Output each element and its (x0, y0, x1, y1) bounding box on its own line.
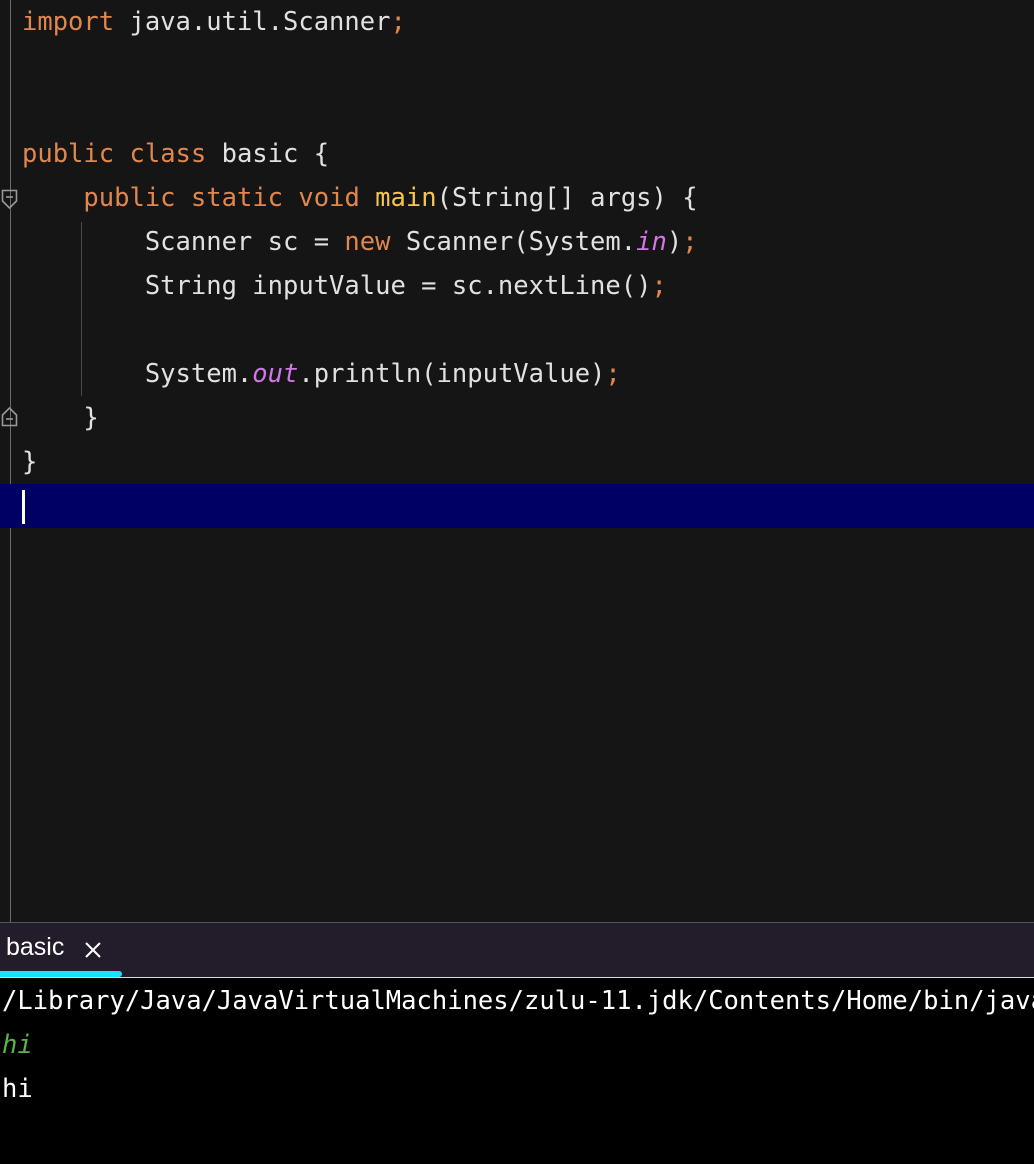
code-token: void (298, 183, 360, 213)
fold-open-icon[interactable] (1, 188, 18, 210)
code-token: basic { (206, 139, 330, 169)
code-token: main (375, 183, 437, 213)
code-token: ) (666, 227, 683, 257)
code-token: Scanner sc = (22, 227, 345, 257)
active-tab-indicator (0, 971, 122, 977)
console-line-output: hi (2, 1074, 33, 1104)
tab-basic[interactable]: basic (0, 923, 122, 977)
console-line-command: /Library/Java/JavaVirtualMachines/zulu-1… (2, 986, 1034, 1016)
gutter-divider (10, 0, 11, 922)
code-line: String inputValue = sc.nextLine(); (22, 264, 667, 308)
console-output[interactable]: /Library/Java/JavaVirtualMachines/zulu-1… (0, 979, 1034, 1164)
code-token: ; (390, 7, 406, 37)
code-line: Scanner sc = new Scanner(System.in); (22, 220, 698, 264)
tab-label: basic (6, 933, 65, 961)
close-icon[interactable] (82, 939, 104, 961)
console-line-input: hi (2, 1030, 33, 1060)
code-token: java.util.Scanner (114, 7, 391, 37)
code-line: public class basic { (22, 132, 329, 176)
code-token: ; (605, 359, 621, 389)
fold-end-icon[interactable] (1, 406, 18, 428)
code-token: String inputValue = sc.nextLine() (22, 271, 652, 301)
code-token: .println(inputValue) (298, 359, 606, 389)
code-token: in (636, 227, 667, 257)
code-line: public static void main(String[] args) { (22, 176, 698, 220)
code-token: public (83, 183, 176, 213)
code-line: } (22, 396, 99, 440)
code-token: } (22, 403, 99, 433)
current-line-highlight (0, 484, 1034, 528)
code-token: public (22, 139, 115, 169)
code-token: (String[] args) { (436, 183, 698, 213)
code-token: new (344, 227, 391, 257)
code-token: out (252, 359, 299, 389)
code-token: System. (22, 359, 253, 389)
code-line: System.out.println(inputValue); (22, 352, 621, 396)
text-caret (22, 490, 25, 524)
code-token: static (190, 183, 284, 213)
code-line: } (22, 440, 37, 484)
code-token: class (129, 139, 207, 169)
code-token: Scanner(System. (390, 227, 637, 257)
run-tool-window: basic /Library/Java/JavaVirtualMachines/… (0, 922, 1034, 1164)
run-tab-bar: basic (0, 923, 1034, 978)
code-editor[interactable]: import java.util.Scanner; public class ba… (0, 0, 1034, 922)
code-token: ; (651, 271, 667, 301)
code-token: } (22, 447, 38, 477)
code-token: import (22, 7, 115, 37)
code-line: import java.util.Scanner; (22, 0, 406, 44)
code-token: ; (682, 227, 698, 257)
